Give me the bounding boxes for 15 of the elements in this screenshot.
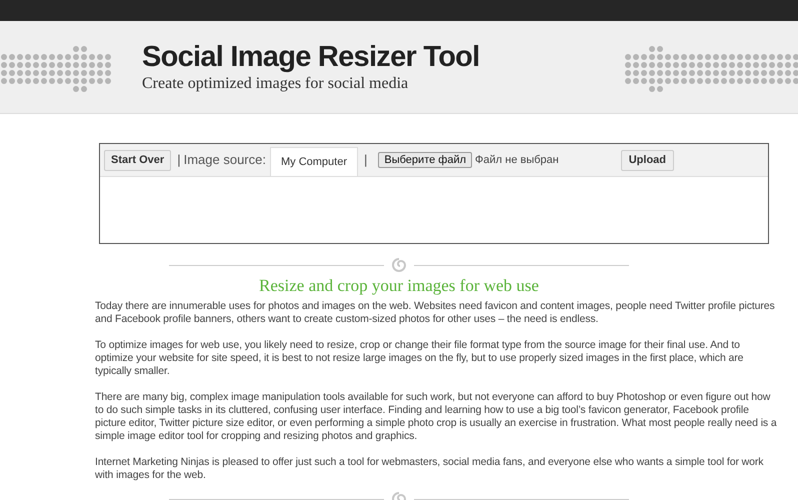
body-paragraph: There are many big, complex image manipulation tools available for such work, but not everyone can afford to buy Photoshop or even figure out how to do such simple tasks in its cluttered, confusing user interface. Finding and learning how to use a big tool’s favicon generator, Facebook profile picture editor, Twitter picture size editor, or even performing a simple photo crop is usually an exercise in frustration. What most people really need is a simple image editor tool for cropping and resizing photos and graphics. — [95, 391, 778, 443]
body-paragraph: Internet Marketing Ninjas is pleased to offer just such a tool for webmasters, social media fans, and everyone else who wants a simple tool for work with images for the web. — [95, 456, 764, 482]
body-paragraph: To optimize images for web use, you likely need to resize, crop or change their file format type from the source image for their final use. And to optimize your website for site speed, it is best to not resize large images on the fly, but to use properly sized images in the first place, which are typically smaller. — [95, 339, 744, 378]
separator: | — [177, 151, 181, 170]
site-title: Social Image Resizer Tool — [142, 40, 480, 74]
start-over-button[interactable]: Start Over — [104, 150, 172, 170]
body-paragraph: Today there are innumerable uses for photos and images on the web. Websites need favicon and content images, people need Twitter profile pictures and Facebook profile banners, others want to create custom-sized photos for other uses – the need is endless. — [95, 300, 776, 326]
section-heading: Resize and crop your images for web use — [258, 276, 540, 296]
image-source-label: Image source: — [184, 151, 266, 170]
site-subtitle: Create optimized images for social media — [142, 74, 410, 94]
choose-file-button[interactable]: Выберите файл — [378, 152, 472, 168]
file-status-text: Файл не выбран — [475, 152, 559, 168]
upload-button[interactable]: Upload — [620, 150, 674, 170]
separator: | — [364, 151, 368, 170]
source-tab[interactable]: My Computer — [270, 147, 358, 176]
